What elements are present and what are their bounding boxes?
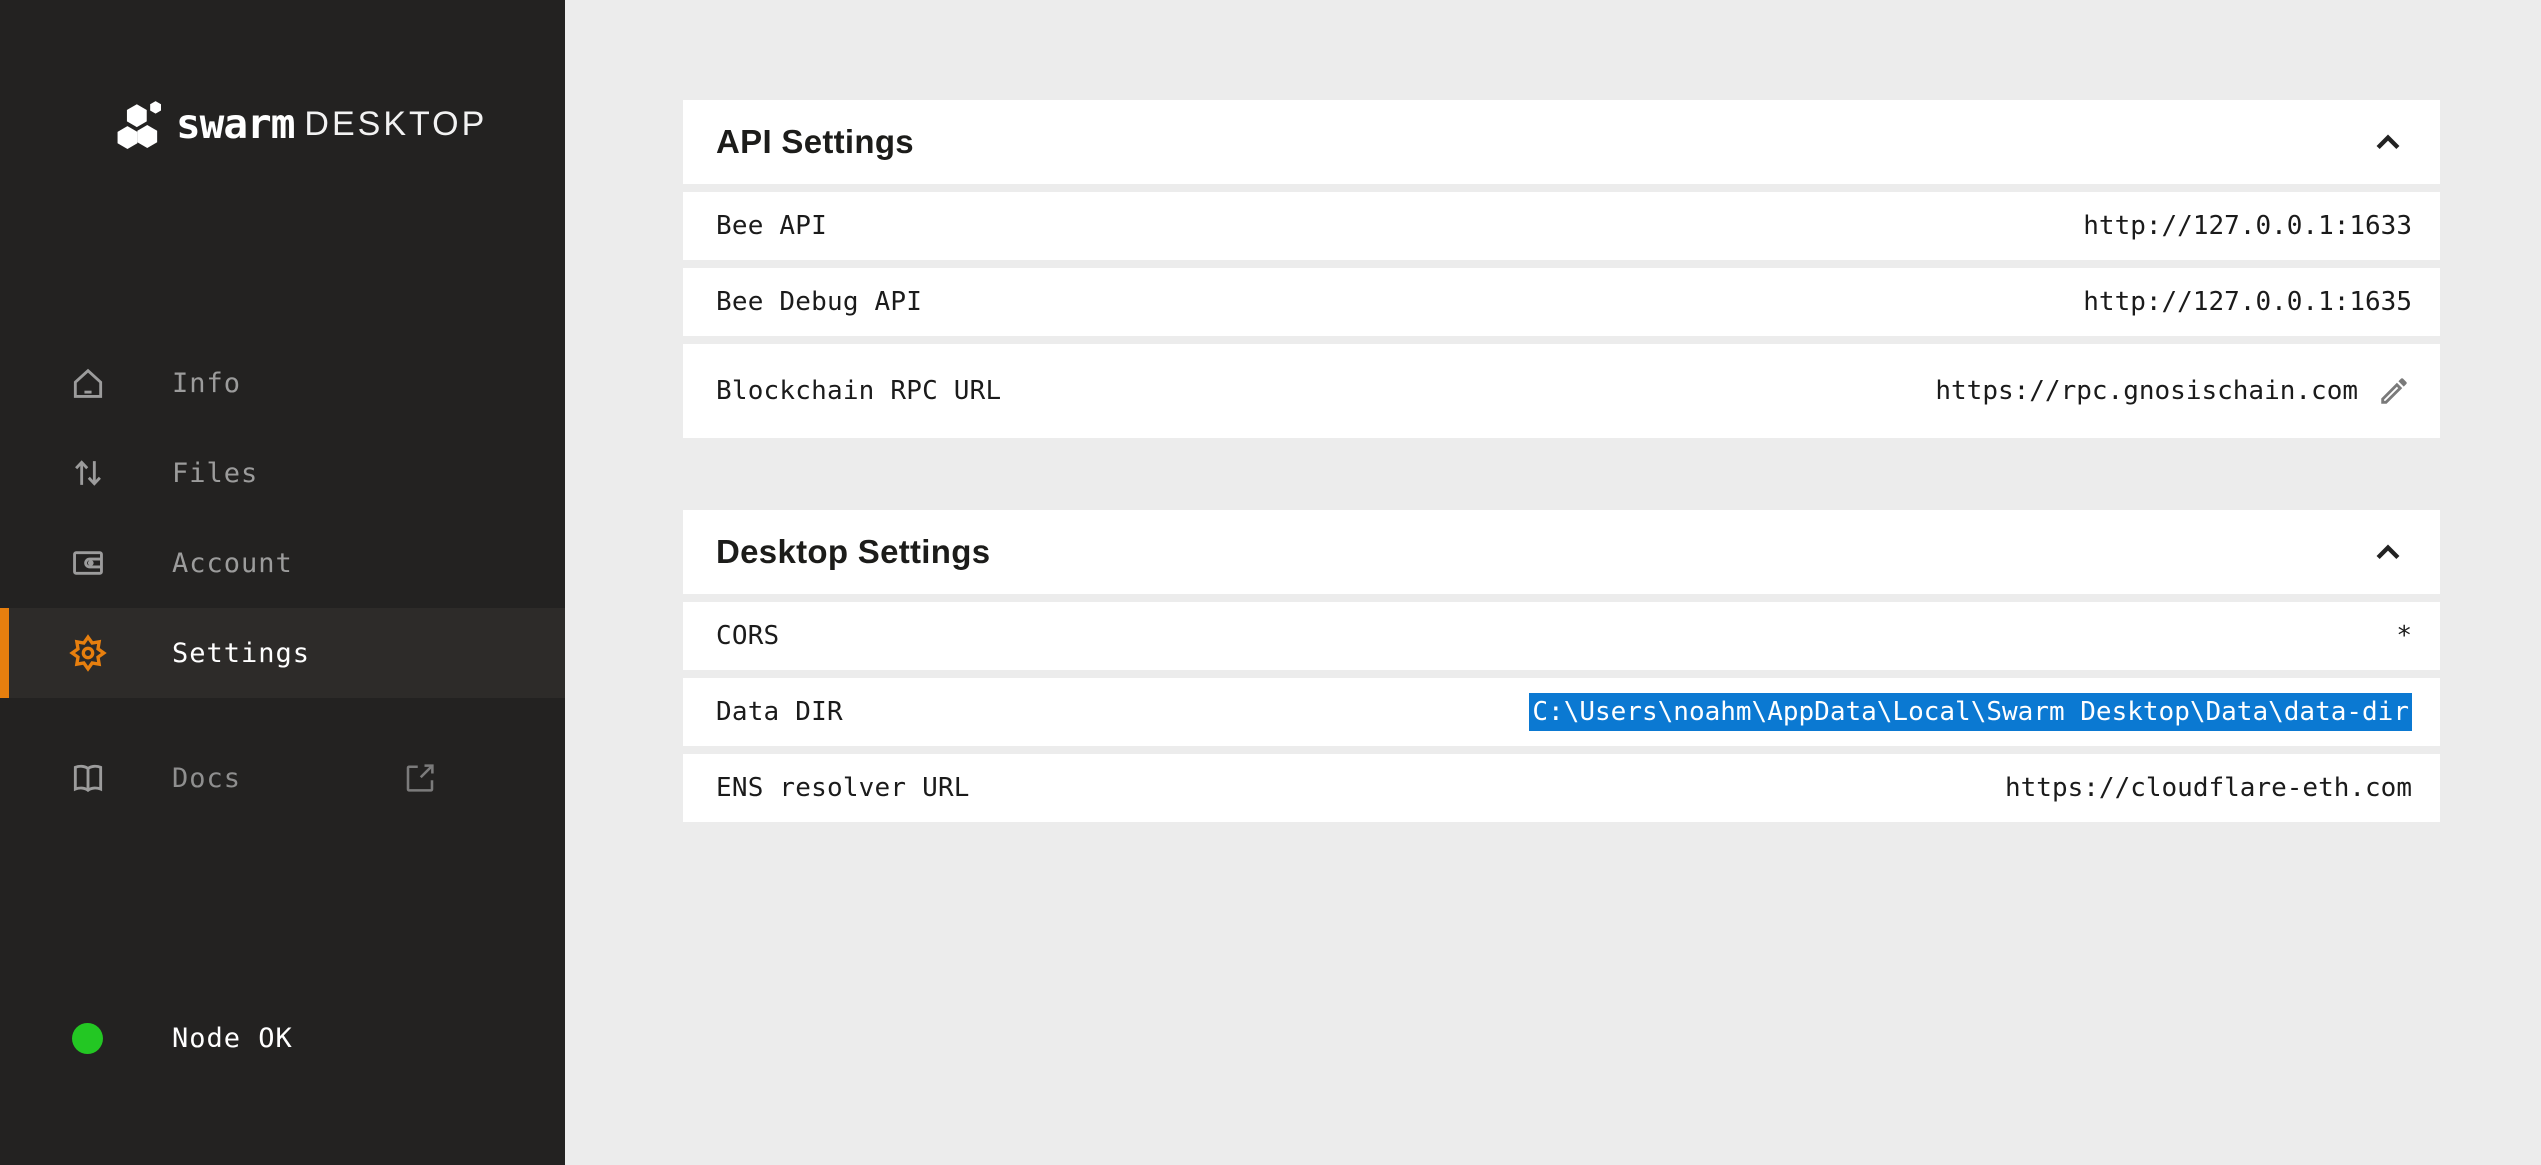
sidebar-item-settings[interactable]: Settings [0, 608, 565, 698]
sidebar-item-label: Files [172, 458, 258, 489]
status-dot-icon [72, 1023, 103, 1054]
setting-label: ENS resolver URL [716, 773, 970, 803]
desktop-settings-card: Desktop Settings CORS * Data DIR C:\User… [683, 510, 2440, 822]
setting-value-selected: C:\Users\noahm\AppData\Local\Swarm Deskt… [1529, 693, 2412, 731]
setting-row-blockchain-rpc-url: Blockchain RPC URL https://rpc.gnosischa… [683, 344, 2440, 438]
setting-label: Blockchain RPC URL [716, 376, 1001, 406]
api-settings-header[interactable]: API Settings [683, 100, 2440, 184]
setting-label: Bee API [716, 211, 827, 241]
sidebar-item-docs[interactable]: Docs [0, 733, 565, 823]
app-logo: swarm DESKTOP [116, 98, 487, 150]
sidebar-item-account[interactable]: Account [0, 518, 565, 608]
brand-name: swarm [176, 100, 294, 148]
setting-row-bee-api: Bee API http://127.0.0.1:1633 [683, 192, 2440, 260]
setting-value: https://cloudflare-eth.com [2005, 773, 2412, 803]
gear-icon [68, 633, 108, 673]
brand-desktop: DESKTOP [304, 105, 487, 144]
swarm-logo-icon [116, 98, 166, 150]
sidebar-item-label: Settings [172, 638, 310, 669]
transfer-icon [68, 453, 108, 493]
setting-row-cors: CORS * [683, 602, 2440, 670]
sidebar-item-label: Account [172, 548, 293, 579]
sidebar-item-label: Info [172, 368, 241, 399]
sidebar-item-info[interactable]: Info [0, 338, 565, 428]
setting-value: http://127.0.0.1:1635 [2083, 287, 2412, 317]
sidebar-item-label: Docs [172, 763, 241, 794]
api-settings-card: API Settings Bee API http://127.0.0.1:16… [683, 100, 2440, 438]
pencil-icon [2377, 374, 2411, 408]
desktop-settings-header[interactable]: Desktop Settings [683, 510, 2440, 594]
settings-page: API Settings Bee API http://127.0.0.1:16… [683, 100, 2440, 822]
sidebar-item-files[interactable]: Files [0, 428, 565, 518]
home-icon [68, 363, 108, 403]
setting-value: http://127.0.0.1:1633 [2083, 211, 2412, 241]
setting-value: https://rpc.gnosischain.com [1935, 376, 2358, 406]
setting-row-bee-debug-api: Bee Debug API http://127.0.0.1:1635 [683, 268, 2440, 336]
setting-label: Bee Debug API [716, 287, 922, 317]
collapse-chevron-icon[interactable] [2372, 131, 2404, 153]
setting-value-group: https://rpc.gnosischain.com [1935, 373, 2412, 409]
section-title: Desktop Settings [716, 533, 990, 571]
sidebar-nav: Info Files Account [0, 338, 565, 698]
status-label: Node OK [172, 1023, 293, 1054]
edit-button[interactable] [2376, 373, 2412, 409]
setting-row-ens-resolver-url: ENS resolver URL https://cloudflare-eth.… [683, 754, 2440, 822]
section-title: API Settings [716, 123, 914, 161]
external-link-icon [400, 758, 440, 798]
node-status: Node OK [0, 1010, 565, 1066]
setting-row-data-dir: Data DIR C:\Users\noahm\AppData\Local\Sw… [683, 678, 2440, 746]
setting-value: * [2396, 621, 2412, 651]
wallet-icon [68, 543, 108, 583]
collapse-chevron-icon[interactable] [2372, 541, 2404, 563]
setting-label: CORS [716, 621, 779, 651]
sidebar: swarm DESKTOP Info Files [0, 0, 565, 1165]
book-icon [68, 758, 108, 798]
setting-label: Data DIR [716, 697, 843, 727]
